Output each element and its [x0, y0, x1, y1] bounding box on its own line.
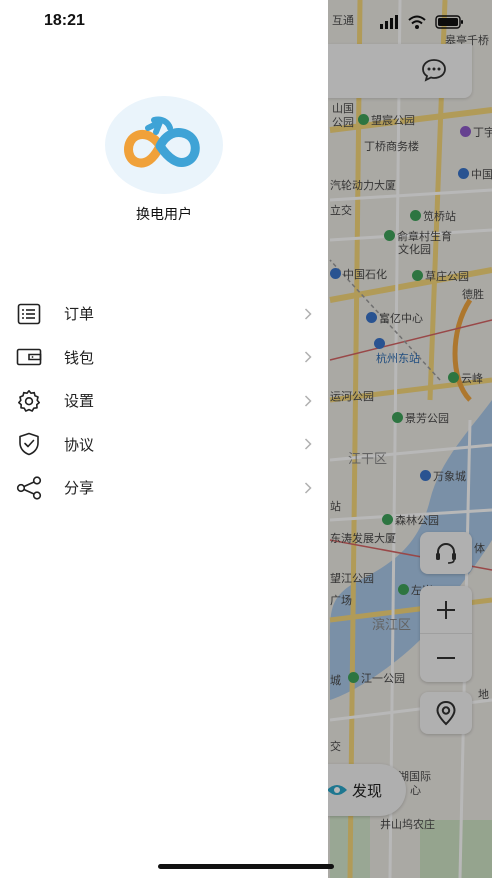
menu-item-label: 分享	[64, 479, 95, 498]
status-time: 18:21	[44, 12, 85, 29]
chevron-right-icon	[304, 482, 312, 494]
app-logo-icon	[124, 116, 200, 168]
menu-item-orders[interactable]: 订单	[0, 292, 328, 336]
share-icon	[16, 475, 42, 501]
side-drawer: 18:21 换电用户 订单 钱包 设置 协议 分享	[0, 0, 328, 878]
menu-item-settings[interactable]: 设置	[0, 379, 328, 423]
drawer-menu: 订单 钱包 设置 协议 分享	[0, 292, 328, 510]
menu-item-agreement[interactable]: 协议	[0, 423, 328, 467]
menu-item-label: 订单	[64, 305, 95, 324]
menu-item-share[interactable]: 分享	[0, 466, 328, 510]
shield-icon	[16, 431, 42, 457]
menu-item-label: 钱包	[64, 348, 95, 367]
menu-item-label: 设置	[64, 392, 95, 411]
chevron-right-icon	[304, 351, 312, 363]
home-indicator[interactable]	[158, 864, 334, 869]
menu-item-wallet[interactable]: 钱包	[0, 336, 328, 380]
chevron-right-icon	[304, 438, 312, 450]
avatar[interactable]	[105, 96, 223, 194]
list-icon	[16, 301, 42, 327]
wallet-icon	[16, 344, 42, 370]
chevron-right-icon	[304, 395, 312, 407]
gear-icon	[16, 388, 42, 414]
menu-item-label: 协议	[64, 435, 95, 454]
chevron-right-icon	[304, 308, 312, 320]
username: 换电用户	[136, 207, 192, 223]
